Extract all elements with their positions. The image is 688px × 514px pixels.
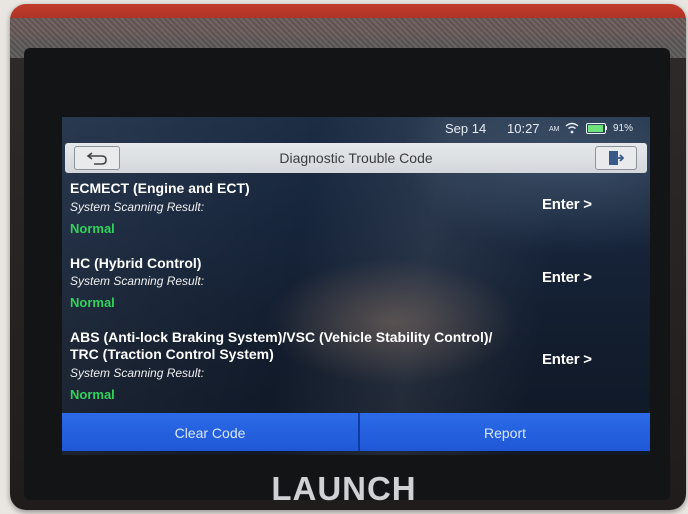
battery-icon (586, 123, 606, 134)
enter-button-hc[interactable]: Enter > (542, 269, 592, 286)
status-normal: Normal (70, 221, 115, 236)
system-name: HC (Hybrid Control) (70, 255, 202, 271)
status-ampm: AM (549, 126, 560, 133)
scan-result-label: System Scanning Result: (70, 200, 205, 214)
exit-icon (609, 151, 624, 165)
status-time: 10:27 (507, 121, 540, 136)
action-bar: Clear Code Report (62, 413, 650, 451)
system-item-abs: ABS (Anti-lock Braking System)/VSC (Vehi… (62, 326, 650, 412)
status-normal: Normal (70, 387, 115, 402)
system-item-hc: HC (Hybrid Control) System Scanning Resu… (62, 252, 650, 318)
report-button[interactable]: Report (360, 413, 650, 451)
scan-result-label: System Scanning Result: (70, 274, 205, 288)
system-name-line2: TRC (Traction Control System) (70, 346, 274, 362)
scan-result-label: System Scanning Result: (70, 366, 205, 380)
title-bar: Diagnostic Trouble Code (65, 143, 647, 173)
wifi-icon (565, 122, 579, 134)
battery-percent: 91% (613, 123, 634, 134)
enter-button-abs[interactable]: Enter > (542, 351, 592, 368)
system-item-ecmect: ECMECT (Engine and ECT) System Scanning … (62, 177, 650, 243)
exit-button[interactable] (595, 146, 637, 170)
system-name: ECMECT (Engine and ECT) (70, 180, 250, 196)
system-name-line1: ABS (Anti-lock Braking System)/VSC (Vehi… (70, 329, 493, 345)
status-bar: Sep 14 10:27 AM 91% (62, 117, 650, 139)
status-date: Sep 14 (445, 121, 487, 136)
enter-button-ecmect[interactable]: Enter > (542, 196, 592, 213)
battery-cap (605, 126, 607, 130)
page-title: Diagnostic Trouble Code (279, 150, 433, 166)
tool-screen: Sep 14 10:27 AM 91% Diagnostic Trouble C… (62, 117, 650, 455)
status-normal: Normal (70, 295, 115, 310)
brand-logo: LAUNCH (271, 470, 417, 507)
clear-code-button[interactable]: Clear Code (62, 413, 358, 451)
battery-level (588, 125, 603, 132)
